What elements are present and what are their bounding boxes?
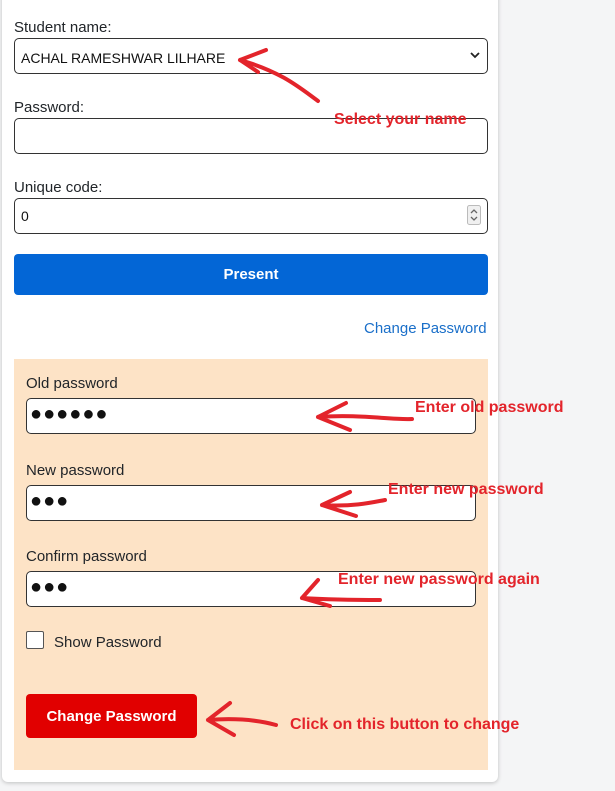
show-password-checkbox[interactable] xyxy=(26,631,44,649)
number-spinner-icon[interactable] xyxy=(467,205,481,225)
annotation-click-button: Click on this button to change xyxy=(290,716,520,733)
unique-code-label: Unique code: xyxy=(14,179,103,196)
confirm-password-mask: ●●● xyxy=(30,576,70,598)
new-password-mask: ●●● xyxy=(30,490,70,512)
student-name-select[interactable]: ACHAL RAMESHWAR LILHARE xyxy=(14,38,488,74)
unique-code-value: 0 xyxy=(21,208,29,224)
chevron-down-icon xyxy=(470,52,480,59)
annotation-select-name: Select your name xyxy=(334,111,467,128)
student-name-value: ACHAL RAMESHWAR LILHARE xyxy=(21,50,226,66)
new-password-label: New password xyxy=(26,462,125,479)
change-password-button[interactable]: Change Password xyxy=(26,694,197,738)
confirm-password-label: Confirm password xyxy=(26,548,147,565)
show-password-label: Show Password xyxy=(54,634,162,651)
change-password-link[interactable]: Change Password xyxy=(364,320,487,337)
old-password-input[interactable]: ●●●●●● xyxy=(26,398,476,434)
old-password-label: Old password xyxy=(26,375,118,392)
unique-code-input[interactable]: 0 xyxy=(14,198,488,234)
password-label: Password: xyxy=(14,99,85,116)
annotation-new-password: Enter new password xyxy=(388,481,544,498)
annotation-new-password-again: Enter new password again xyxy=(338,571,540,588)
old-password-mask: ●●●●●● xyxy=(30,403,109,425)
student-name-label: Student name: xyxy=(14,19,112,36)
annotation-old-password: Enter old password xyxy=(415,399,564,416)
present-button[interactable]: Present xyxy=(14,254,488,295)
